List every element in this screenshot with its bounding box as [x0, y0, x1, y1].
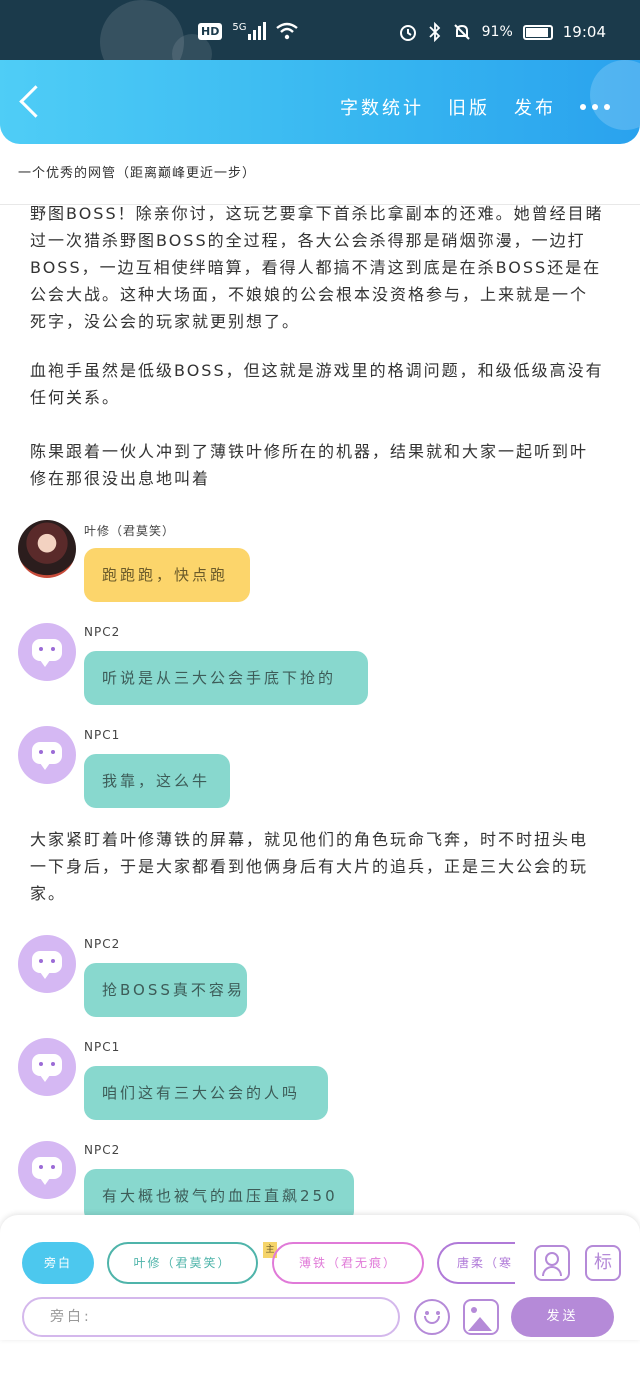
speaker-name: 叶修（君莫笑） [84, 524, 176, 538]
message-input[interactable]: 旁白: [22, 1297, 400, 1337]
speaker-name: NPC2 [84, 937, 121, 951]
narration-paragraph[interactable]: 血袍手虽然是低级BOSS，但这就是游戏里的格调问题，和级低级高没有任何关系。 [30, 357, 605, 411]
mute-icon [453, 24, 470, 40]
chat-bubble[interactable]: 跑跑跑，快点跑 [84, 548, 250, 602]
chat-bubble[interactable]: 我靠，这么牛 [84, 754, 230, 808]
story-content[interactable]: 野图BOSS！除亲你讨，这玩艺要拿下首杀比拿副本的还难。她曾经目睹过一次猎杀野图… [0, 205, 640, 1215]
back-icon[interactable] [19, 85, 52, 118]
speaker-name: NPC2 [84, 625, 121, 639]
publish-button[interactable]: 发布 [514, 94, 556, 120]
avatar[interactable] [18, 1038, 76, 1096]
chapter-title: 一个优秀的网管（距离巅峰更近一步） [18, 166, 257, 181]
battery-icon [522, 24, 553, 40]
status-right: 91% 19:04 [398, 22, 606, 42]
chat-bubble[interactable]: 咱们这有三大公会的人吗 [84, 1066, 328, 1120]
signal-icon [248, 22, 267, 40]
avatar[interactable] [18, 1141, 76, 1199]
chat-icon [32, 1157, 62, 1185]
role-chip-narration[interactable]: 旁白 [22, 1242, 94, 1284]
avatar[interactable] [18, 935, 76, 993]
more-icon[interactable] [580, 104, 610, 110]
bluetooth-icon [429, 22, 440, 42]
label-button[interactable]: 标 [585, 1245, 621, 1281]
header-nav: 字数统计 旧版 发布 [340, 94, 610, 120]
avatar[interactable] [18, 520, 76, 578]
narration-paragraph[interactable]: 野图BOSS！除亲你讨，这玩艺要拿下首杀比拿副本的还难。她曾经目睹过一次猎杀野图… [30, 205, 605, 335]
image-icon[interactable] [463, 1299, 499, 1335]
hd-badge: HD [198, 22, 223, 40]
role-chip-tang-rou[interactable]: 唐柔（寒 [437, 1242, 515, 1284]
battery-percent: 91% [481, 24, 513, 40]
speaker-name: NPC1 [84, 1040, 121, 1054]
status-bar: HD 5G 91% 19:04 [0, 0, 640, 84]
chat-bubble[interactable]: 听说是从三大公会手底下抢的 [84, 651, 368, 705]
send-button[interactable]: 发送 [511, 1297, 614, 1337]
status-left: HD 5G [198, 22, 299, 40]
alarm-icon [399, 25, 416, 41]
speaker-name: NPC1 [84, 728, 121, 742]
speaker-name: NPC2 [84, 1143, 121, 1157]
role-chip-ye-xiu[interactable]: 叶修（君莫笑） [107, 1242, 258, 1284]
wifi-icon [276, 22, 299, 40]
network-label: 5G [232, 22, 247, 33]
app-header: 字数统计 旧版 发布 [0, 60, 640, 144]
clock: 19:04 [562, 23, 606, 41]
narration-paragraph[interactable]: 陈果跟着一伙人冲到了薄铁叶修所在的机器，结果就和大家一起听到叶修在那很没出息地叫… [30, 438, 605, 492]
smile-icon[interactable] [414, 1299, 450, 1335]
chat-icon [32, 1054, 62, 1082]
avatar[interactable] [18, 623, 76, 681]
role-chip-bao-tie[interactable]: 薄铁（君无痕） [272, 1242, 424, 1284]
narration-paragraph[interactable]: 大家紧盯着叶修薄铁的屏幕，就见他们的角色玩命飞奔，时不时扭头电一下身后，于是大家… [30, 826, 605, 907]
composer-panel: 旁白 叶修（君莫笑） 主 薄铁（君无痕） 唐柔（寒 标 旁白: 发送 [0, 1215, 640, 1340]
avatar[interactable] [18, 726, 76, 784]
word-count-button[interactable]: 字数统计 [340, 94, 424, 120]
person-icon [545, 1252, 559, 1266]
chat-bubble[interactable]: 抢BOSS真不容易 [84, 963, 247, 1017]
old-version-button[interactable]: 旧版 [448, 94, 490, 120]
chat-icon [32, 639, 62, 667]
chat-icon [32, 742, 62, 770]
chat-icon [32, 951, 62, 979]
chat-bubble[interactable]: 有大概也被气的血压直飙250 [84, 1169, 354, 1215]
character-manage-button[interactable] [534, 1245, 570, 1281]
